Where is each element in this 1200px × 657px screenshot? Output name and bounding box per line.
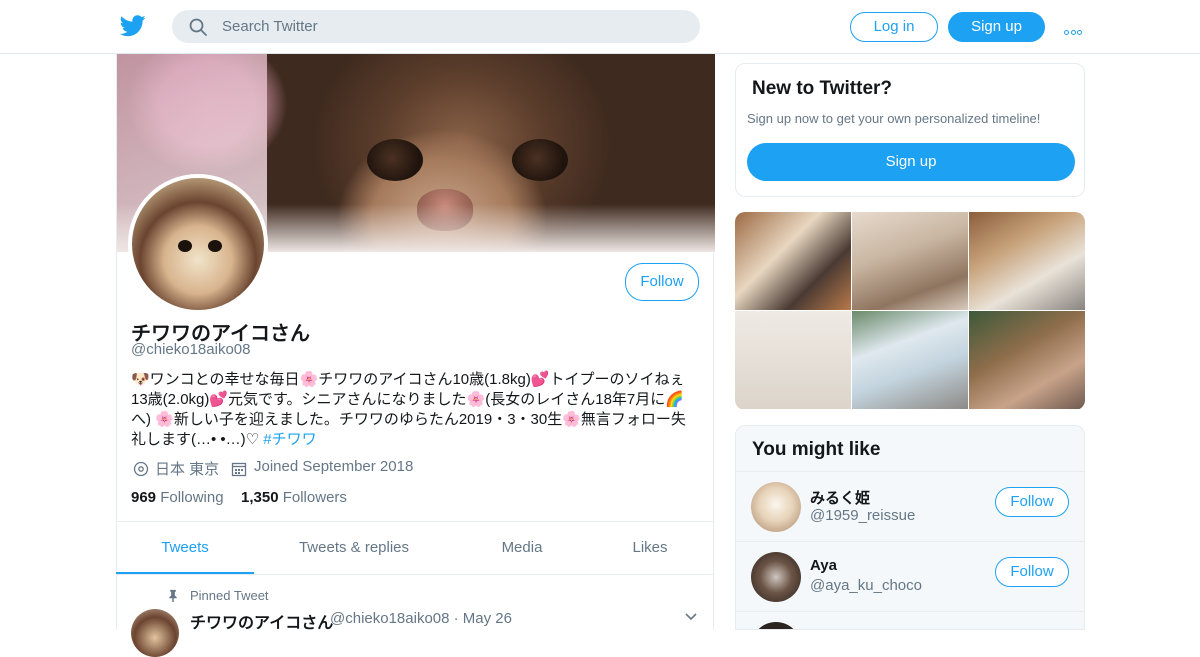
followers-stat[interactable]: 1,350 Followers xyxy=(241,489,347,506)
chevron-down-icon[interactable] xyxy=(684,612,698,622)
new-to-twitter-title: New to Twitter? xyxy=(752,78,893,99)
gallery-photo[interactable] xyxy=(852,212,968,310)
you-might-like-panel: You might like みるく姫 @1959_reissue Follow… xyxy=(735,425,1085,630)
calendar-icon xyxy=(231,462,247,477)
tweet-author-meta[interactable]: @chieko18aiko08 · May 26 xyxy=(330,610,512,627)
profile-joined-date: Joined September 2018 xyxy=(254,458,414,475)
follow-button[interactable]: Follow xyxy=(625,263,699,301)
following-stat[interactable]: 969 Following xyxy=(131,489,224,506)
new-to-twitter-panel: New to Twitter? Sign up now to get your … xyxy=(735,63,1085,197)
tab-tweets[interactable]: Tweets xyxy=(116,522,254,574)
gallery-photo[interactable] xyxy=(735,311,851,409)
search-placeholder: Search Twitter xyxy=(222,18,318,35)
tweet-author-avatar[interactable] xyxy=(131,609,179,657)
panel-signup-button[interactable]: Sign up xyxy=(747,143,1075,181)
signup-button[interactable]: Sign up xyxy=(948,12,1045,42)
top-navigation-bar: Search Twitter Log in Sign up xyxy=(0,0,1200,54)
gallery-photo[interactable] xyxy=(852,311,968,409)
search-icon xyxy=(189,18,207,36)
bio-line-text: 礼します(…• •…)♡ xyxy=(131,431,264,448)
suggested-account-name[interactable]: みるく姫 xyxy=(810,487,870,508)
tweet-author-name[interactable]: チワワのアイコさん xyxy=(190,609,333,633)
profile-bio: 🐶ワンコとの幸せな毎日🌸チワワのアイコさん10歳(1.8kg)💕トイプーのソイね… xyxy=(131,370,696,450)
tab-tweets-replies[interactable]: Tweets & replies xyxy=(254,522,454,574)
profile-avatar[interactable] xyxy=(128,174,268,314)
tab-likes[interactable]: Likes xyxy=(590,522,710,574)
avatar[interactable] xyxy=(751,622,801,629)
bio-line: へ) 🌸新しい子を迎えました。チワワのゆらたん2019・3・30生🌸無言フォロー… xyxy=(131,411,686,428)
tab-media[interactable]: Media xyxy=(454,522,590,574)
profile-location: 日本 東京 xyxy=(155,461,220,478)
followers-label: Followers xyxy=(282,489,347,506)
bio-line: 13歳(2.0kg)💕元気です。シニアさんになりました🌸(長女のレイさん18年7… xyxy=(131,391,684,408)
bio-line: 礼します(…• •…)♡ #チワワ xyxy=(131,430,696,450)
bio-hashtag-link[interactable]: #チワワ xyxy=(263,431,316,448)
media-gallery xyxy=(735,212,1085,410)
suggested-account-handle: @1959_reissue xyxy=(810,507,916,524)
suggested-account-row[interactable]: みるく姫 @1959_reissue Follow xyxy=(736,471,1084,541)
followers-count: 1,350 xyxy=(241,489,279,506)
suggested-account-handle: @aya_ku_choco xyxy=(810,577,922,594)
suggested-account-name[interactable]: Aya xyxy=(810,557,837,574)
search-input[interactable]: Search Twitter xyxy=(172,10,700,43)
suggested-follow-button[interactable]: Follow xyxy=(995,487,1069,517)
location-icon xyxy=(133,461,149,477)
login-button[interactable]: Log in xyxy=(850,12,938,42)
avatar[interactable] xyxy=(751,482,801,532)
suggested-account-row[interactable]: Aya @aya_ku_choco Follow xyxy=(736,541,1084,611)
suggested-account-row[interactable] xyxy=(736,611,1084,629)
suggested-follow-button[interactable]: Follow xyxy=(995,557,1069,587)
you-might-like-title: You might like xyxy=(752,439,881,460)
following-count: 969 xyxy=(131,489,157,506)
bio-line: 🐶ワンコとの幸せな毎日🌸チワワのアイコさん10歳(1.8kg)💕トイプーのソイね… xyxy=(131,371,685,388)
profile-handle: @chieko18aiko08 xyxy=(131,341,251,358)
more-dots-icon[interactable] xyxy=(1064,22,1086,35)
following-label: Following xyxy=(160,489,224,506)
new-to-twitter-subtitle: Sign up now to get your own personalized… xyxy=(747,111,1041,126)
pin-icon xyxy=(169,589,177,602)
gallery-photo[interactable] xyxy=(735,212,851,310)
gallery-photo[interactable] xyxy=(969,212,1085,310)
avatar[interactable] xyxy=(751,552,801,602)
twitter-bird-icon[interactable] xyxy=(120,14,146,38)
pinned-tweet-label: Pinned Tweet xyxy=(190,588,269,603)
gallery-photo[interactable] xyxy=(969,311,1085,409)
profile-tabs: Tweets Tweets & replies Media Likes xyxy=(116,521,714,575)
